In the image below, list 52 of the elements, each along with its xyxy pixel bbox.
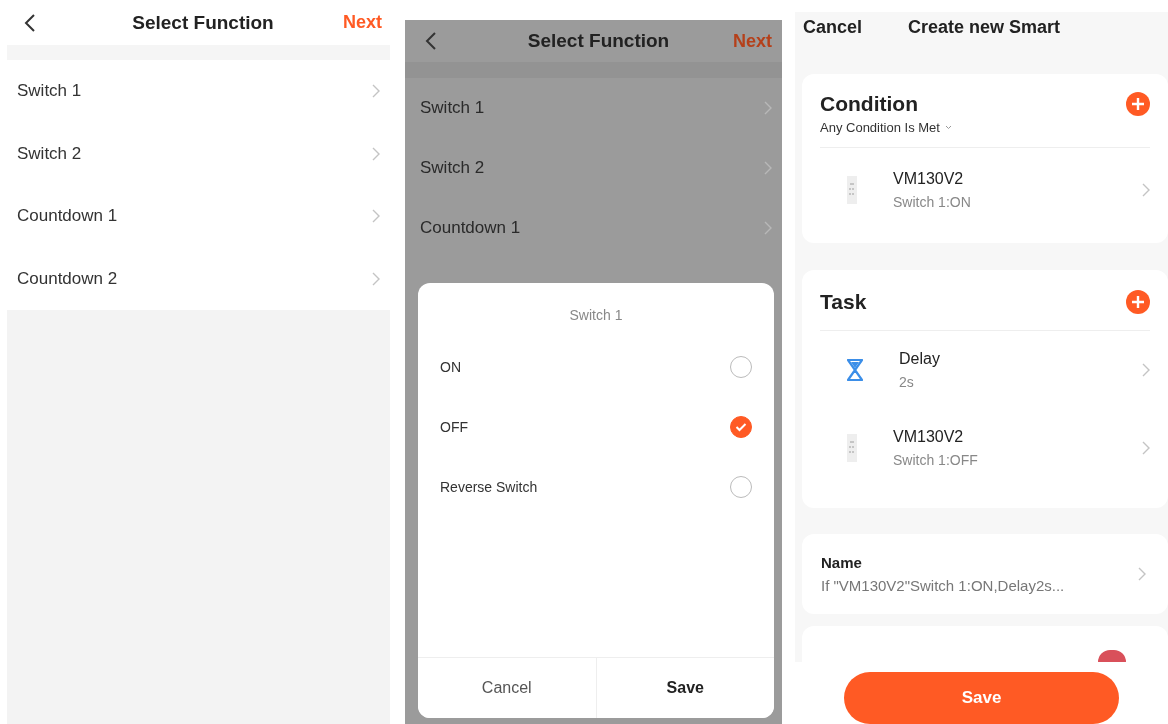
condition-mode-dropdown[interactable]: Any Condition Is Met	[820, 120, 952, 135]
condition-item[interactable]: VM130V2 Switch 1:ON	[820, 148, 1150, 232]
function-item[interactable]: Countdown 1	[7, 185, 390, 248]
hourglass-icon	[847, 359, 863, 381]
cancel-button[interactable]: Cancel	[803, 16, 863, 38]
radio-button[interactable]	[730, 416, 752, 438]
add-icon[interactable]	[1126, 290, 1150, 314]
name-label: Name	[821, 554, 863, 571]
chevron-icon	[764, 161, 772, 175]
screen-title: Select Function	[132, 11, 274, 34]
caret-icon	[944, 125, 952, 130]
chevron-icon	[764, 101, 772, 115]
chevron-icon	[1142, 441, 1150, 455]
option-label: ON	[440, 359, 461, 375]
dialog-title: Switch 1	[568, 307, 624, 325]
function-item[interactable]: Countdown 1	[405, 198, 782, 258]
device-icon	[847, 434, 857, 462]
item-detail: Switch 1:ON	[893, 194, 972, 210]
chevron-icon	[372, 209, 380, 224]
chevron-icon	[372, 271, 380, 286]
item-detail: Switch 1:OFF	[893, 452, 979, 468]
section-title: Condition	[820, 92, 919, 116]
item-detail: 2s	[899, 374, 915, 390]
task-item[interactable]: Delay 2s	[820, 331, 1150, 409]
style-row[interactable]	[802, 626, 1168, 662]
chevron-icon	[1138, 567, 1146, 581]
function-item[interactable]: Switch 2	[7, 122, 390, 185]
chevron-icon	[1142, 363, 1150, 377]
chevron-icon	[764, 221, 772, 235]
device-icon	[847, 176, 857, 204]
screen-title: Select Function	[527, 30, 670, 52]
name-value: If "VM130V2"Switch 1:ON,Delay2s...	[821, 577, 1066, 594]
add-icon[interactable]	[1126, 92, 1150, 116]
function-item[interactable]: Switch 1	[405, 78, 782, 138]
function-item[interactable]: Countdown 2	[7, 247, 390, 310]
chevron-icon	[1142, 183, 1150, 197]
section-title: Task	[820, 290, 867, 314]
task-item[interactable]: VM130V2 Switch 1:OFF	[820, 409, 1150, 487]
screen-title: Create new Smart	[908, 16, 1061, 38]
chevron-icon	[372, 146, 380, 161]
function-item[interactable]: Switch 2	[405, 138, 782, 198]
option-label: OFF	[440, 419, 468, 435]
save-button[interactable]: Save	[595, 658, 774, 718]
option-label: Reverse Switch	[440, 479, 538, 495]
function-item[interactable]: Switch 1	[7, 60, 390, 123]
name-row[interactable]: Name If "VM130V2"Switch 1:ON,Delay2s...	[802, 534, 1168, 614]
item-name: Delay	[899, 350, 941, 368]
back-icon[interactable]	[24, 12, 36, 33]
item-name: VM130V2	[893, 170, 965, 188]
item-name: VM130V2	[893, 428, 965, 446]
check-icon	[735, 422, 747, 432]
chevron-icon	[372, 84, 380, 99]
